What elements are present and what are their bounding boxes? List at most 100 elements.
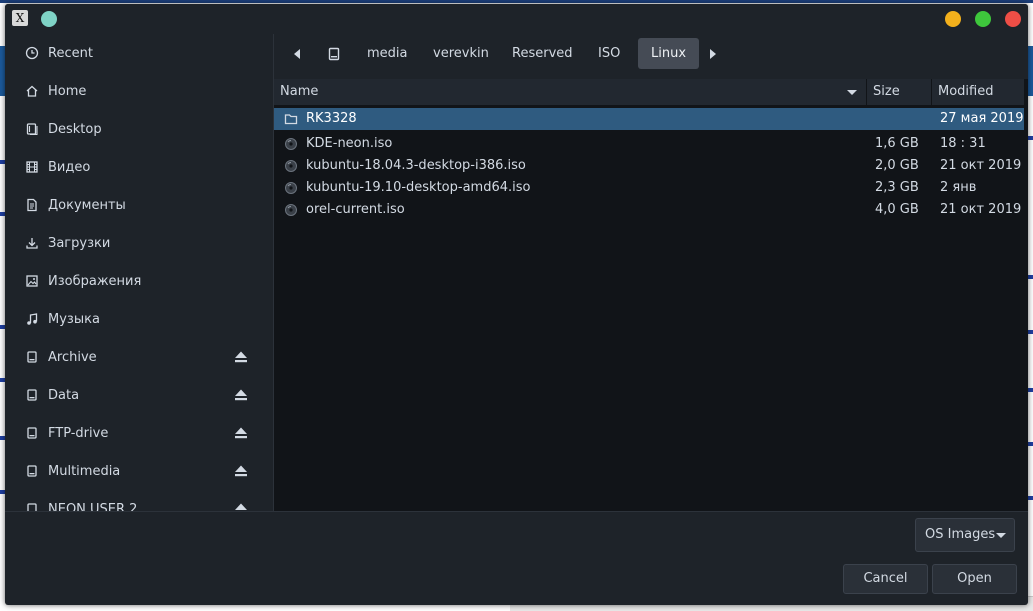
drive-icon (27, 351, 37, 363)
sidebar-item-label: NEON USER 2 (48, 501, 138, 512)
sidebar-item-label: Data (48, 387, 80, 403)
sidebar-item-label: FTP-drive (48, 425, 109, 441)
drive-icon (27, 389, 37, 401)
file-row[interactable]: kubuntu-19.10-desktop-amd64.iso 2,3 GB 2 я… (274, 177, 1024, 199)
path-right-arrow-icon[interactable] (704, 46, 720, 62)
file-row[interactable]: RK3328 27 мая 2019 (274, 108, 1024, 130)
background-link (1028, 442, 1033, 446)
sidebar-item-label: Archive (48, 349, 97, 365)
file-size: 2,0 GB (875, 158, 919, 173)
breadcrumb-iso[interactable]: ISO (585, 38, 633, 69)
background-link (1028, 275, 1033, 279)
eject-icon[interactable] (234, 427, 248, 439)
column-header-size[interactable]: Size (867, 79, 931, 105)
column-header-name[interactable]: Name (274, 79, 866, 105)
file-row[interactable]: kubuntu-18.04.3-desktop-i386.iso 2,0 GB 21… (274, 155, 1024, 177)
sidebar-item-recent[interactable]: Recent (5, 34, 273, 72)
file-row[interactable]: KDE-neon.iso 1,6 GB 18 : 31 (274, 133, 1024, 155)
disc-image-icon (285, 182, 297, 194)
close-button[interactable] (1005, 11, 1021, 27)
sidebar-item-label: Home (48, 83, 87, 99)
title-bar: X (5, 4, 1028, 34)
sidebar-item-label: Загрузки (48, 235, 111, 251)
sidebar-item-label: Документы (48, 197, 126, 213)
eject-icon[interactable] (234, 389, 248, 401)
sidebar-item-multimedia[interactable]: Multimedia (5, 452, 273, 490)
column-header-modified[interactable]: Modified (932, 79, 1024, 105)
file-type-filter-label: OS Images (925, 527, 996, 542)
drive-icon (27, 465, 37, 477)
eject-icon[interactable] (234, 351, 248, 363)
file-size: 1,6 GB (875, 136, 919, 151)
sort-descending-icon[interactable] (846, 89, 858, 96)
breadcrumb-verevkin[interactable]: verevkin (420, 38, 502, 69)
drive-icon (27, 427, 37, 439)
background-link (1028, 136, 1033, 140)
app-icon[interactable]: X (12, 10, 28, 26)
folder-icon (284, 114, 298, 125)
sidebar-item-label: Музыка (48, 311, 100, 327)
sidebar-item-data[interactable]: Data (5, 376, 273, 414)
path-left-arrow-icon[interactable] (290, 46, 306, 62)
file-modified: 2 янв (940, 180, 977, 195)
sidebar-item-видео[interactable]: Видео (5, 148, 273, 186)
sticky-button[interactable] (41, 11, 57, 27)
sidebar-item-изображения[interactable]: Изображения (5, 262, 273, 300)
film-icon (26, 161, 38, 173)
disc-image-icon (285, 204, 297, 216)
eject-icon[interactable] (234, 503, 248, 511)
file-chooser-dialog: X Recent Home Desktop Видео Документы Загрузк… (5, 4, 1028, 605)
file-row[interactable]: orel-current.iso 4,0 GB 21 окт 2019 (274, 199, 1024, 221)
breadcrumb-linux[interactable]: Linux (638, 38, 700, 69)
file-name: kubuntu-19.10-desktop-amd64.iso (306, 180, 531, 195)
file-type-filter[interactable]: OS Images (915, 518, 1015, 552)
open-button[interactable]: Open (932, 564, 1017, 594)
image-icon (26, 275, 38, 287)
file-modified: 21 окт 2019 (940, 202, 1022, 217)
file-size: 2,3 GB (875, 180, 919, 195)
sidebar-item-archive[interactable]: Archive (5, 338, 273, 376)
desktop-icon (26, 123, 38, 136)
disc-image-icon (285, 138, 297, 150)
sidebar-item-neon-user-2[interactable]: NEON USER 2 (5, 490, 273, 511)
sidebar-item-загрузки[interactable]: Загрузки (5, 224, 273, 262)
sidebar-item-label: Recent (48, 45, 93, 61)
footer-divider (5, 511, 1028, 512)
file-list: Name Size Modified RK3328 27 мая 2019 KDE-… (274, 79, 1028, 511)
file-size: 4,0 GB (875, 202, 919, 217)
file-name: orel-current.iso (306, 202, 405, 217)
home-icon (26, 85, 38, 97)
sidebar-item-label: Видео (48, 159, 91, 175)
clock-icon (25, 46, 39, 60)
file-name: KDE-neon.iso (306, 136, 393, 151)
eject-icon[interactable] (234, 465, 248, 477)
sidebar-item-label: Изображения (48, 273, 142, 289)
disc-image-icon (285, 160, 297, 172)
background-link (1028, 330, 1033, 334)
document-icon (27, 198, 37, 212)
music-icon (27, 313, 38, 325)
breadcrumb-reserved[interactable]: Reserved (499, 38, 586, 69)
places-sidebar: Recent Home Desktop Видео Документы Загрузки И… (5, 34, 273, 511)
file-modified: 18 : 31 (940, 136, 986, 151)
sidebar-item-документы[interactable]: Документы (5, 186, 273, 224)
file-modified: 27 мая 2019 (940, 111, 1024, 126)
drive-icon (27, 503, 37, 511)
drive-icon[interactable] (326, 46, 342, 62)
sidebar-item-ftp-drive[interactable]: FTP-drive (5, 414, 273, 452)
maximize-button[interactable] (975, 11, 991, 27)
file-modified: 21 окт 2019 (940, 158, 1022, 173)
download-icon (26, 238, 38, 249)
chevron-down-icon (996, 533, 1006, 538)
sidebar-item-home[interactable]: Home (5, 72, 273, 110)
sidebar-item-label: Multimedia (48, 463, 121, 479)
sidebar-item-desktop[interactable]: Desktop (5, 110, 273, 148)
minimize-button[interactable] (945, 11, 961, 27)
file-list-header: Name Size Modified (274, 79, 1024, 105)
background-link (1028, 496, 1033, 500)
sidebar-item-label: Desktop (48, 121, 102, 137)
background-link (1028, 388, 1033, 392)
breadcrumb-media[interactable]: media (354, 38, 421, 69)
sidebar-item-музыка[interactable]: Музыка (5, 300, 273, 338)
cancel-button[interactable]: Cancel (843, 564, 928, 594)
